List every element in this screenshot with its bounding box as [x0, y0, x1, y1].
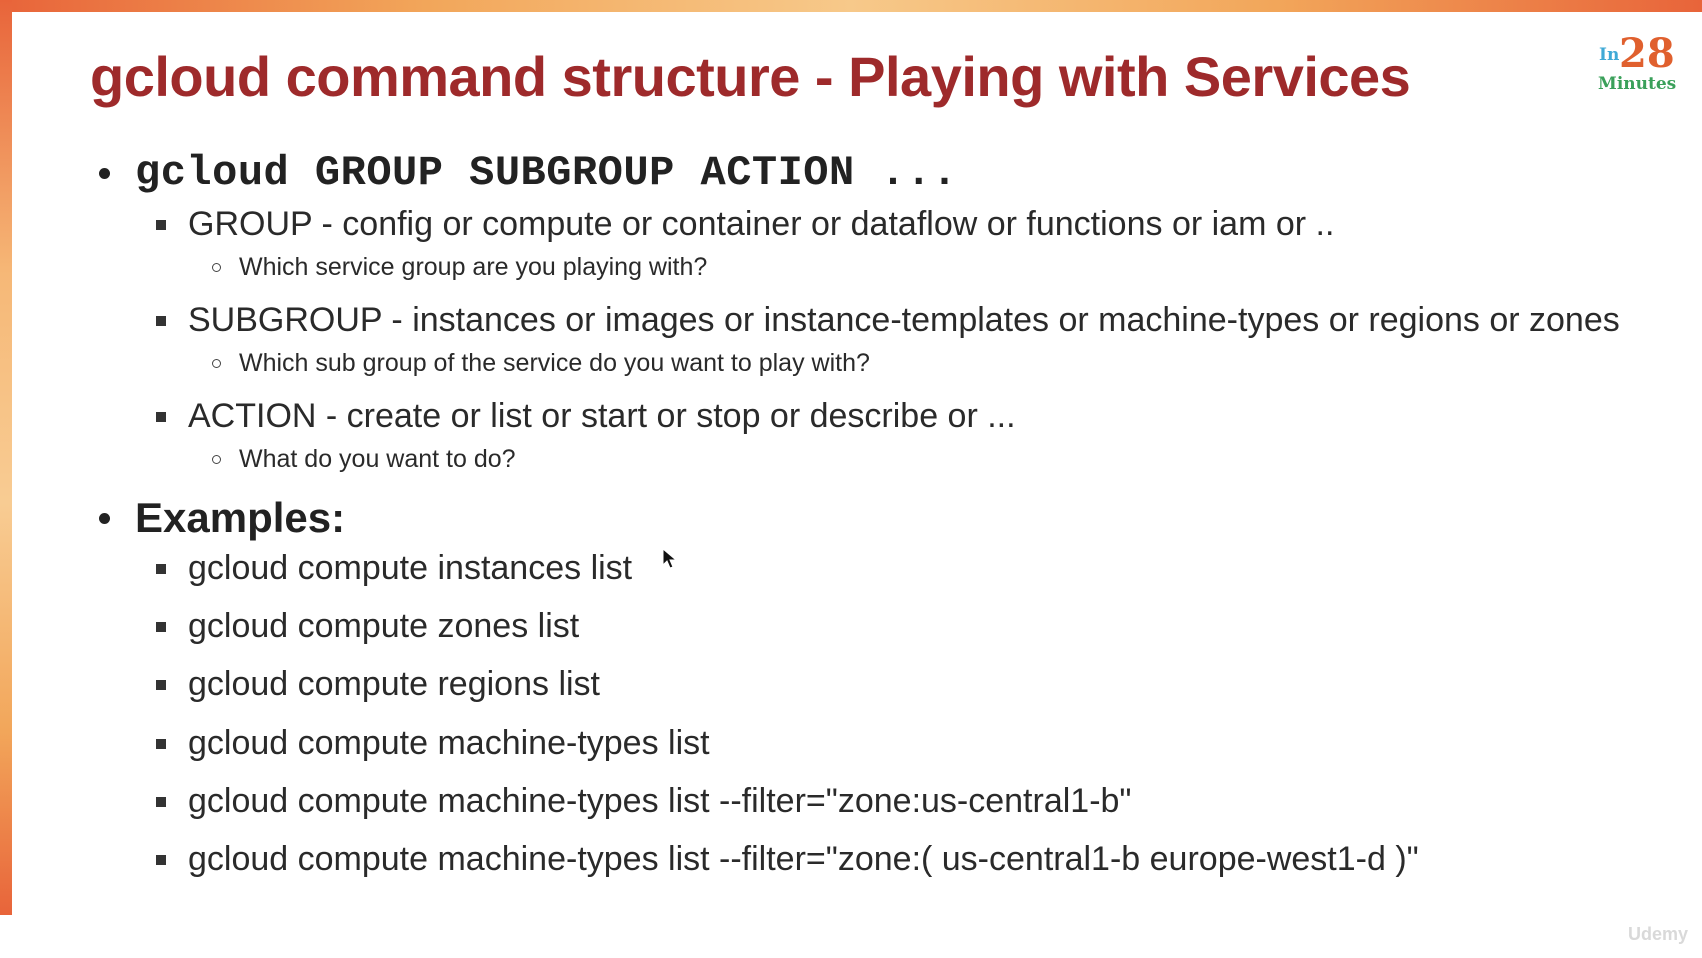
logo-number: 28	[1619, 30, 1675, 77]
examples-heading: Examples:	[135, 494, 346, 541]
bullet-dot	[99, 168, 110, 179]
left-border	[0, 0, 12, 915]
bullet-square	[156, 797, 166, 807]
subgroup-description: SUBGROUP - instances or images or instan…	[188, 301, 1620, 339]
mouse-cursor-icon	[662, 548, 678, 569]
udemy-watermark: Udemy	[1628, 924, 1689, 944]
bullet-dot	[99, 513, 110, 524]
bullet-circle	[212, 263, 221, 272]
in28minutes-logo: In 28 Minutes	[1595, 30, 1685, 100]
example-item: gcloud compute machine-types list --filt…	[188, 782, 1132, 820]
action-question: What do you want to do?	[239, 445, 516, 473]
example-item: gcloud compute machine-types list --filt…	[188, 840, 1419, 878]
bullet-square	[156, 855, 166, 865]
action-description: ACTION - create or list or start or stop…	[188, 397, 1016, 435]
logo-suffix: Minutes	[1598, 74, 1677, 94]
slide-title: gcloud command structure - Playing with …	[90, 45, 1411, 108]
bullet-circle	[212, 359, 221, 368]
bullet-square	[156, 220, 166, 230]
example-item: gcloud compute regions list	[188, 665, 601, 703]
subgroup-question: Which sub group of the service do you wa…	[239, 349, 870, 377]
example-item: gcloud compute zones list	[188, 607, 580, 645]
example-item: gcloud compute machine-types list	[188, 724, 710, 762]
bullet-square	[156, 622, 166, 632]
bullet-square	[156, 316, 166, 326]
bullet-square	[156, 412, 166, 422]
bullet-square	[156, 564, 166, 574]
bullet-square	[156, 680, 166, 690]
group-description: GROUP - config or compute or container o…	[188, 205, 1335, 243]
example-item: gcloud compute instances list	[188, 549, 633, 587]
bullet-square	[156, 739, 166, 749]
logo-prefix: In	[1599, 45, 1620, 65]
group-question: Which service group are you playing with…	[239, 253, 708, 281]
bullet-circle	[212, 455, 221, 464]
top-border	[0, 0, 1702, 12]
command-structure: gcloud GROUP SUBGROUP ACTION ...	[135, 149, 958, 197]
